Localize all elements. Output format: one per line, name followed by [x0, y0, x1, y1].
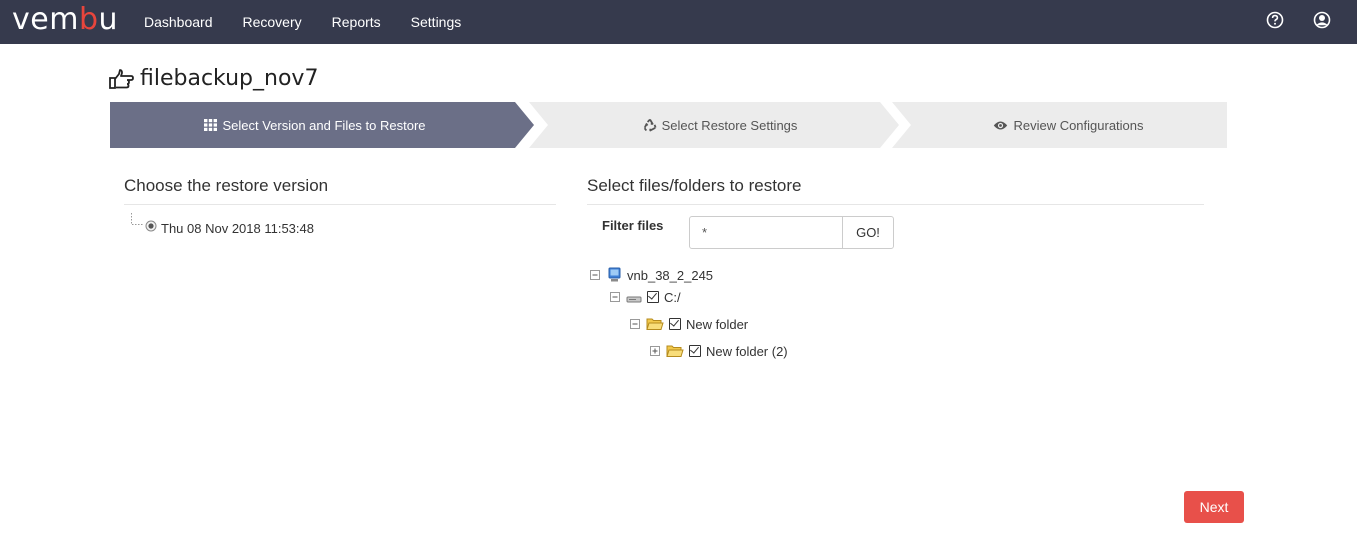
version-label: Thu 08 Nov 2018 11:53:48 [161, 221, 314, 236]
restore-version-title: Choose the restore version [124, 176, 329, 195]
collapse-icon[interactable] [590, 269, 601, 281]
nav-recovery[interactable]: Recovery [243, 14, 302, 30]
wizard-step-3-label: Review Configurations [1013, 117, 1144, 133]
tree-node-drive[interactable]: C:/ [610, 288, 686, 306]
tree-checkbox-new-folder[interactable] [669, 318, 681, 330]
tree-label-computer: vnb_38_2_245 [627, 267, 714, 283]
tree-label-new-folder: New folder [686, 316, 749, 332]
filter-files-input[interactable] [689, 216, 843, 249]
drive-icon [626, 296, 642, 303]
hand-pointing-right-icon [109, 68, 134, 89]
tree-node-new-folder-2[interactable]: New folder (2) [650, 342, 793, 360]
expand-icon[interactable] [650, 345, 661, 357]
tree-node-new-folder[interactable]: New folder [630, 315, 753, 333]
recycle-icon [643, 118, 657, 132]
right-divider [587, 204, 1204, 205]
wizard-step-restore-settings[interactable]: Select Restore Settings [550, 102, 890, 148]
wizard-step-1-label: Select Version and Files to Restore [222, 117, 426, 133]
filter-files-label: Filter files [602, 218, 664, 233]
top-navbar: vembu Dashboard Recovery Reports Setting… [0, 0, 1357, 44]
nav-settings[interactable]: Settings [411, 14, 462, 30]
folder-icon [666, 345, 684, 357]
wizard-steps: Select Version and Files to Restore Sele… [110, 102, 1227, 148]
main-nav: Dashboard Recovery Reports Settings [144, 0, 491, 44]
select-files-title: Select files/folders to restore [587, 176, 802, 195]
next-button[interactable]: Next [1184, 491, 1244, 523]
nav-dashboard[interactable]: Dashboard [144, 14, 213, 30]
vembu-logo[interactable]: vembu [12, 5, 118, 35]
wizard-step-review[interactable]: Review Configurations [910, 102, 1227, 148]
tree-label-new-folder-2: New folder (2) [706, 343, 788, 359]
help-icon[interactable] [1266, 11, 1284, 29]
wizard-step-2-label: Select Restore Settings [661, 117, 798, 133]
tree-checkbox-new-folder-2[interactable] [689, 345, 701, 357]
tree-node-computer[interactable]: vnb_38_2_245 [590, 266, 718, 284]
folder-open-icon [646, 318, 664, 330]
page-title: filebackup_nov7 [108, 66, 318, 91]
tree-checkbox-drive[interactable] [647, 291, 659, 303]
version-radio[interactable] [145, 220, 157, 232]
eye-icon [994, 121, 1008, 129]
collapse-icon[interactable] [610, 291, 621, 303]
page-title-text: filebackup_nov7 [140, 66, 319, 91]
computer-icon [608, 267, 621, 282]
nav-reports[interactable]: Reports [332, 14, 381, 30]
collapse-icon[interactable] [630, 318, 641, 330]
left-divider [124, 204, 556, 205]
user-account-icon[interactable] [1313, 11, 1331, 29]
tree-label-drive: C:/ [664, 289, 681, 305]
wizard-step-select-version[interactable]: Select Version and Files to Restore [110, 102, 520, 148]
go-button[interactable]: GO! [842, 216, 894, 249]
grid-icon [204, 119, 218, 131]
